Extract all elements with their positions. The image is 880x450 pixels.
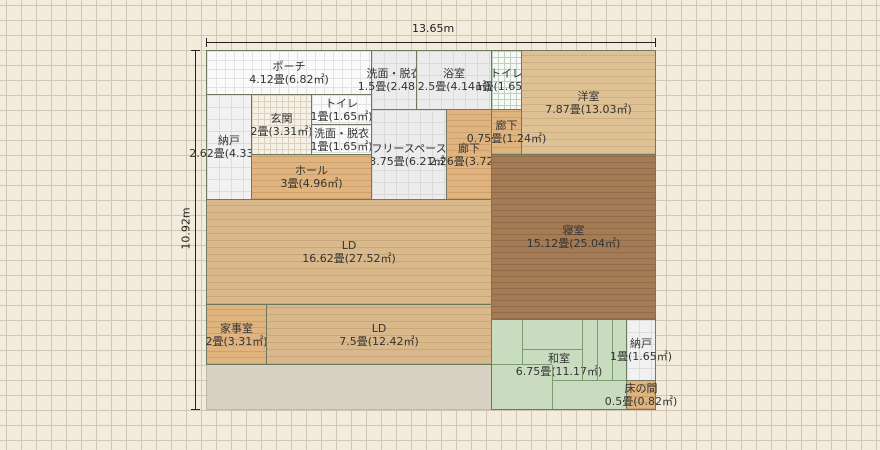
floor-plan-canvas[interactable]: 13.65m 10.92m ポーチ 4.12畳(6.82㎡) 洗面・脱衣 1.5… xyxy=(0,0,880,450)
room-hall-area: 3畳(4.96㎡) xyxy=(280,177,343,190)
room-toilet-2-area: 1畳(1.65㎡) xyxy=(310,109,373,123)
height-dimension-tick-bottom xyxy=(191,409,200,410)
width-dimension-label: 13.65m xyxy=(412,22,455,35)
width-dimension-line xyxy=(206,42,656,43)
room-hall-name: ホール xyxy=(295,164,328,177)
room-ld-1-name: LD xyxy=(341,239,357,252)
room-tokonoma-name: 床の間 xyxy=(624,382,658,395)
room-washroom-2-area: 1畳(1.65㎡) xyxy=(310,139,373,153)
room-ld-1-area: 16.62畳(27.52㎡) xyxy=(302,252,396,265)
room-utility-area: 2畳(3.31㎡) xyxy=(205,334,268,348)
room-entrance[interactable]: 玄関 2畳(3.31㎡) xyxy=(250,94,313,155)
room-free-space-name: フリースペース xyxy=(371,141,447,155)
room-washroom-2-name: 洗面・脱衣 xyxy=(314,126,369,140)
room-washroom-1-name: 洗面・脱衣 xyxy=(366,67,422,80)
room-toilet-2-name: トイレ xyxy=(325,96,358,110)
room-western-area: 7.87畳(13.03㎡) xyxy=(545,102,632,116)
height-dimension-line xyxy=(195,50,196,410)
room-western-name: 洋室 xyxy=(577,89,600,103)
room-utility-name: 家事室 xyxy=(220,321,253,335)
tatami-line xyxy=(522,349,582,350)
room-entrance-area: 2畳(3.31㎡) xyxy=(250,124,313,138)
room-toilet-1[interactable]: トイレ 1畳(1.65㎡) xyxy=(475,50,538,110)
room-corridor-2[interactable]: 廊下 0.75畳(1.24㎡) xyxy=(467,109,546,155)
room-bathroom-name: 浴室 xyxy=(443,67,465,80)
tatami-line xyxy=(552,380,626,381)
room-storage-1[interactable]: 納戸 2.62畳(4.33㎡) xyxy=(189,94,269,200)
room-entrance-name: 玄関 xyxy=(270,111,293,125)
tatami-line xyxy=(492,364,552,365)
height-dimension-tick-top xyxy=(191,50,200,51)
room-storage-1-name: 納戸 xyxy=(218,134,240,147)
room-ld-1[interactable]: LD 16.62畳(27.52㎡) xyxy=(206,199,492,305)
width-dimension-tick-left xyxy=(206,38,207,47)
room-ld-2-name: LD xyxy=(371,321,387,335)
room-japanese-name: 和室 xyxy=(548,351,570,365)
room-bedroom[interactable]: 寝室 15.12畳(25.04㎡) xyxy=(491,154,656,320)
height-dimension-label: 10.92m xyxy=(179,207,193,250)
tatami-line xyxy=(552,365,553,409)
room-porch-name: ポーチ xyxy=(272,59,306,73)
room-bedroom-area: 15.12畳(25.04㎡) xyxy=(526,237,621,250)
room-porch-area: 4.12畳(6.82㎡) xyxy=(249,72,329,86)
room-porch[interactable]: ポーチ 4.12畳(6.82㎡) xyxy=(206,50,372,95)
tatami-line xyxy=(522,320,523,364)
room-ld-2-area: 7.5畳(12.42㎡) xyxy=(339,334,419,348)
room-storage-2[interactable]: 納戸 1畳(1.65㎡) xyxy=(610,319,672,381)
room-tokonoma[interactable]: 床の間 0.5畳(0.82㎡) xyxy=(605,380,677,410)
room-washroom-1[interactable]: 洗面・脱衣 1.5畳(2.48㎡) xyxy=(358,50,430,110)
room-storage-2-name: 納戸 xyxy=(630,337,652,350)
room-hall[interactable]: ホール 3畳(4.96㎡) xyxy=(251,154,372,200)
room-washroom-2[interactable]: 洗面・脱衣 1畳(1.65㎡) xyxy=(310,124,373,155)
width-dimension-tick-right xyxy=(655,38,656,47)
room-toilet-1-name: トイレ xyxy=(490,67,523,80)
room-japanese-area: 6.75畳(11.17㎡) xyxy=(515,364,603,378)
room-storage-2-area: 1畳(1.65㎡) xyxy=(609,350,673,363)
room-corridor-2-name: 廊下 xyxy=(495,119,518,132)
room-tokonoma-area: 0.5畳(0.82㎡) xyxy=(604,395,678,408)
tatami-line xyxy=(582,320,583,380)
outdoor-area xyxy=(206,364,492,410)
room-corridor-2-area: 0.75畳(1.24㎡) xyxy=(466,132,547,145)
room-corridor-1[interactable]: 廊下 2.26畳(3.72㎡) xyxy=(429,109,509,200)
room-utility[interactable]: 家事室 2畳(3.31㎡) xyxy=(205,304,268,365)
room-toilet-2[interactable]: トイレ 1畳(1.65㎡) xyxy=(310,94,373,125)
room-ld-2[interactable]: LD 7.5畳(12.42㎡) xyxy=(266,304,492,365)
room-bedroom-name: 寝室 xyxy=(562,224,585,237)
tatami-line xyxy=(597,320,598,380)
